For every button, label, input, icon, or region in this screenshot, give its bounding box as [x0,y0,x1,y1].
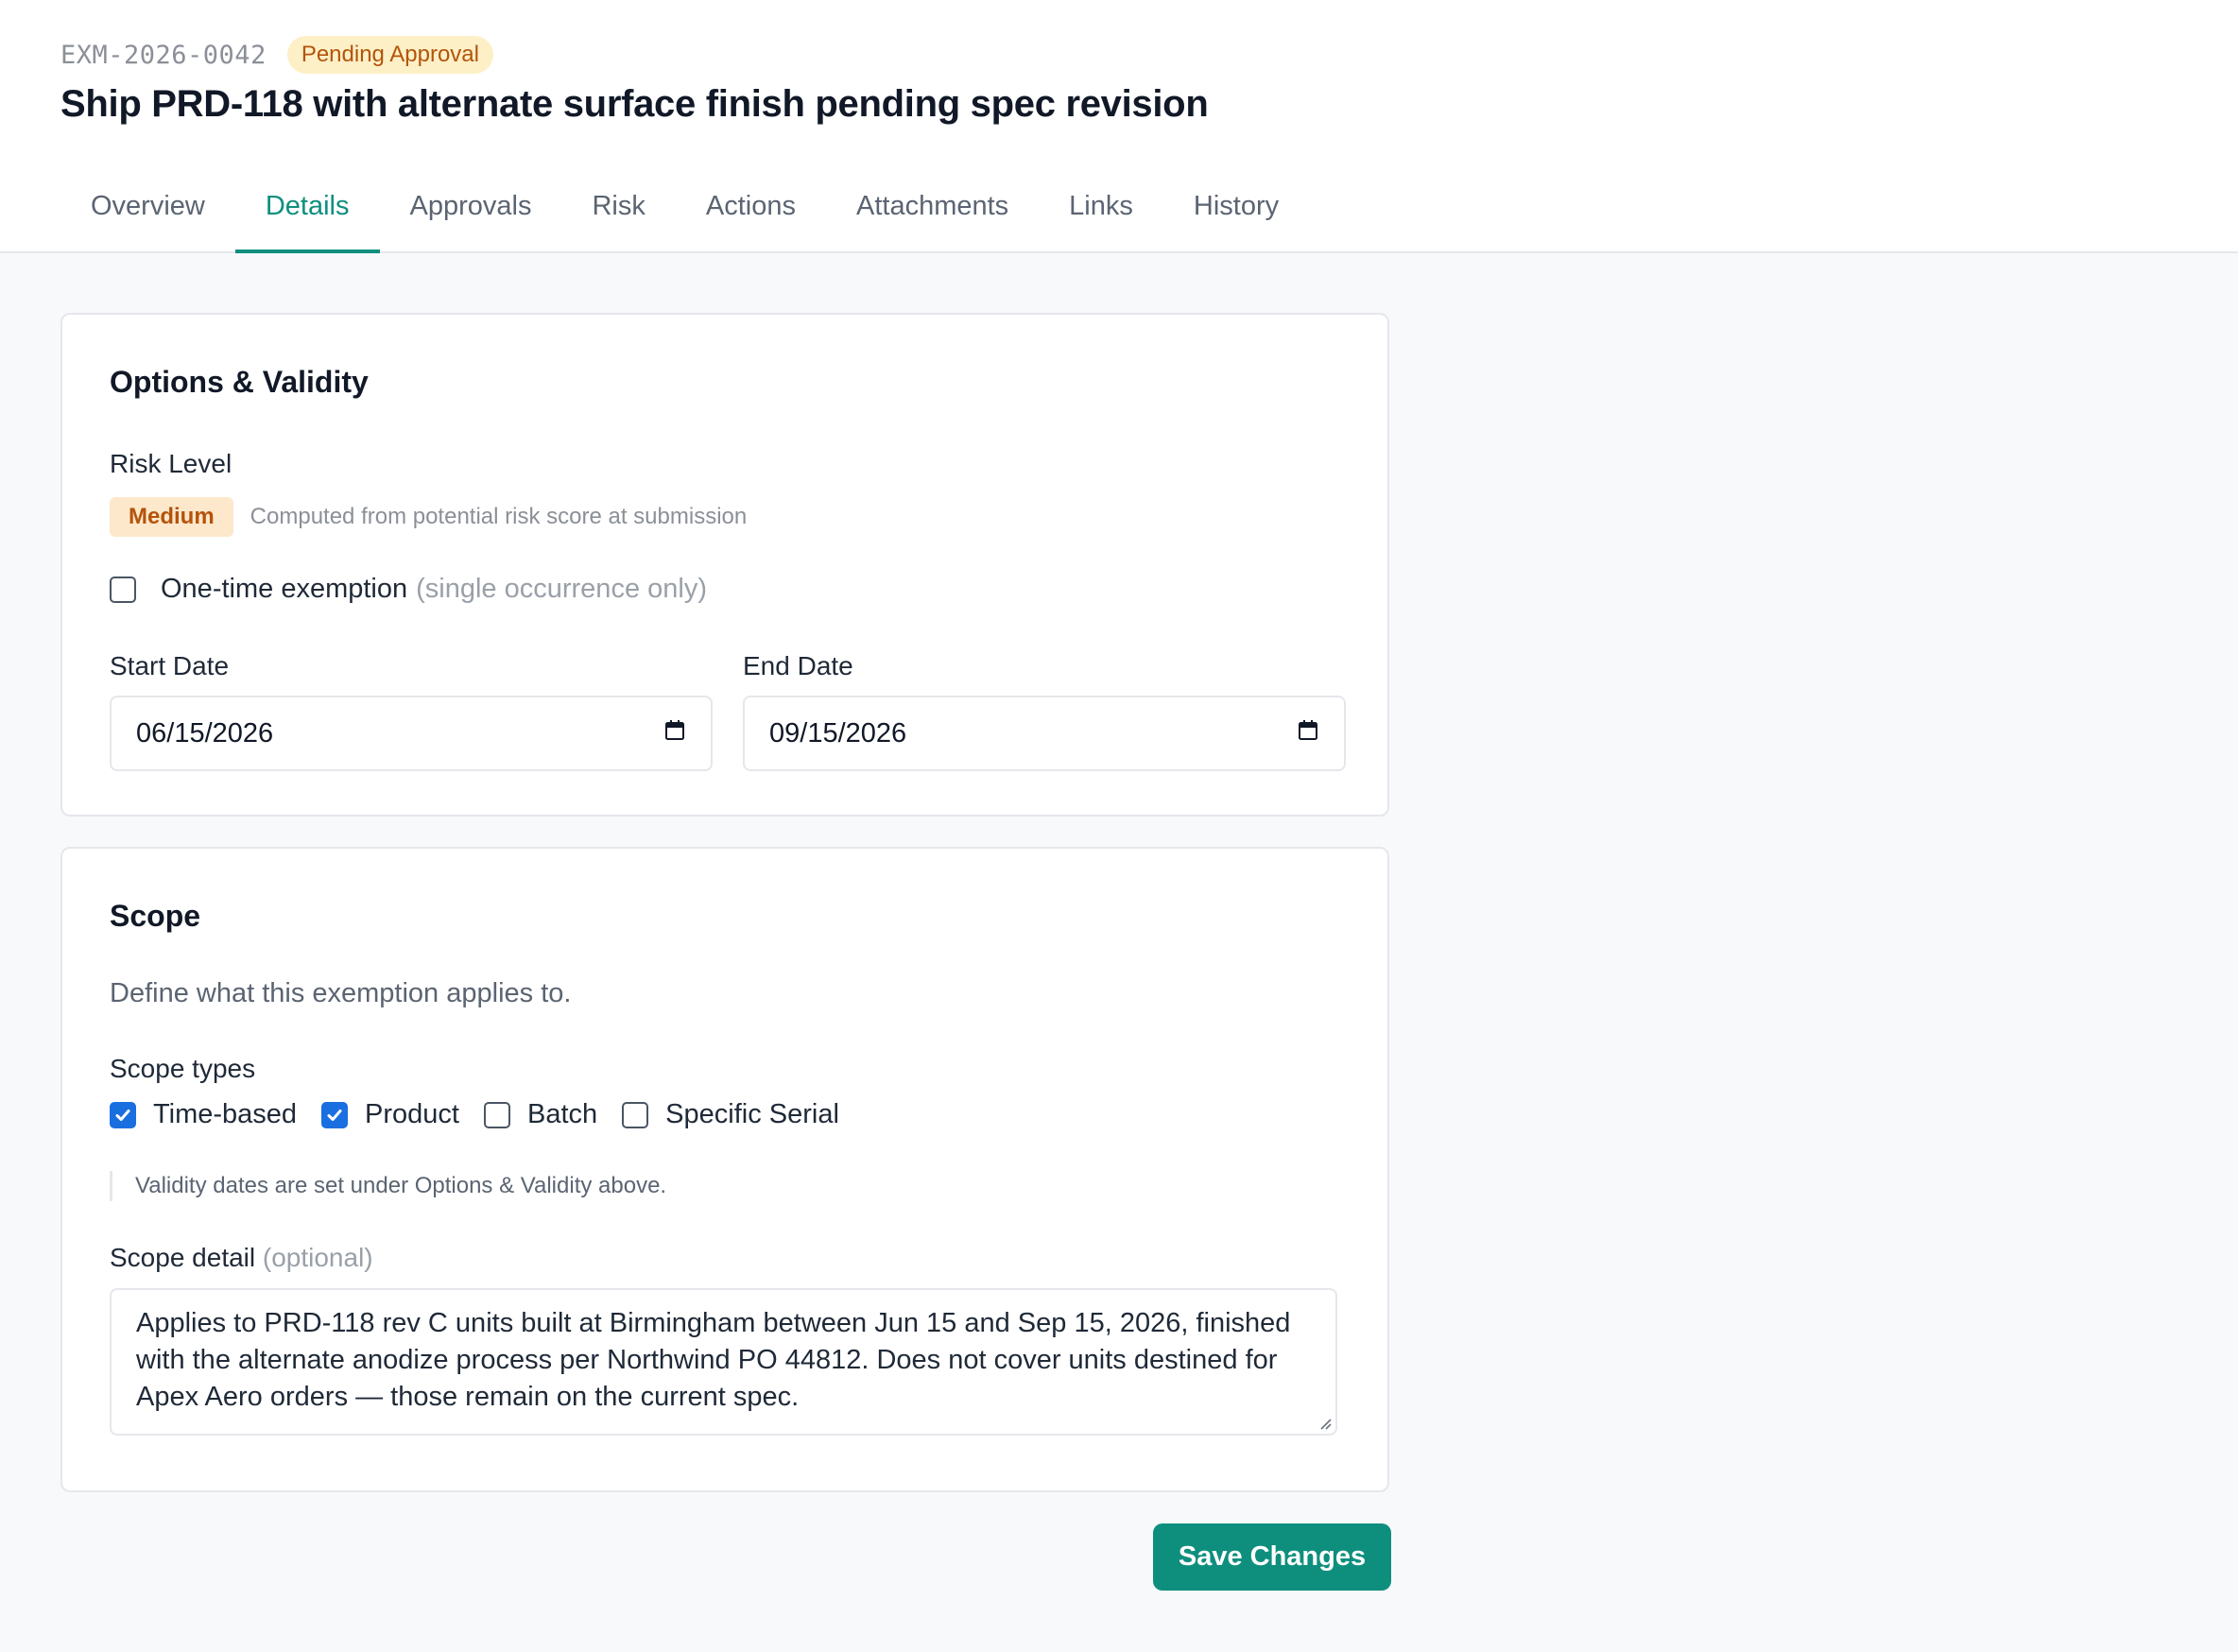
scope-types-label: Scope types [110,1054,256,1083]
scope-type-time-based-checkbox[interactable] [110,1101,136,1128]
scope-types-group: Time-based Product Batch Specific Serial [110,1099,864,1130]
risk-level-note: Computed from potential risk score at su… [250,504,748,529]
tab-risk[interactable]: Risk [561,191,675,253]
scope-detail-textarea[interactable]: Applies to PRD-118 rev C units built at … [110,1288,1337,1436]
tab-details[interactable]: Details [234,191,380,253]
validity-note: Validity dates are set under Options & V… [110,1171,666,1201]
scope-type-batch-label: Batch [527,1099,598,1129]
scope-type-product-label: Product [365,1099,459,1129]
tab-attachments[interactable]: Attachments [826,191,1039,253]
page-title: Ship PRD-118 with alternate surface fini… [60,83,1209,125]
tab-approvals[interactable]: Approvals [380,191,562,253]
one-time-exemption-option[interactable]: One-time exemption (single occurrence on… [110,574,707,605]
scope-detail-text: Applies to PRD-118 rev C units built at … [136,1308,1291,1412]
risk-level-label: Risk Level [110,449,232,478]
one-time-exemption-label: One-time exemption [161,574,408,604]
exemption-id: EXM-2026-0042 [60,40,267,70]
scope-description: Define what this exemption applies to. [110,978,572,1008]
options-validity-card: Options & Validity Risk Level Medium Com… [60,313,1389,817]
scope-card: Scope Define what this exemption applies… [60,847,1389,1492]
scope-type-product-checkbox[interactable] [321,1101,349,1128]
start-date-input[interactable]: 06/15/2026 [110,696,713,771]
tab-history[interactable]: History [1163,191,1309,253]
save-changes-button[interactable]: Save Changes [1153,1523,1391,1591]
tab-bar: Overview Details Approvals Risk Actions … [60,191,1309,253]
checkmark-icon [327,1109,342,1121]
tab-links[interactable]: Links [1039,191,1163,253]
scope-type-specific-serial-label: Specific Serial [665,1099,839,1129]
end-date-input[interactable]: 09/15/2026 [743,696,1346,771]
scope-card-title: Scope [110,899,201,933]
page-header: EXM-2026-0042 Pending Approval Ship PRD-… [0,0,2238,253]
calendar-icon[interactable] [663,718,686,749]
resize-handle-icon[interactable] [1317,1415,1332,1430]
calendar-icon[interactable] [1297,718,1319,749]
scope-type-specific-serial[interactable]: Specific Serial [622,1099,839,1130]
one-time-exemption-hint: (single occurrence only) [416,574,707,604]
id-row: EXM-2026-0042 Pending Approval [60,36,493,74]
risk-level-row: Medium Computed from potential risk scor… [110,497,747,537]
scope-type-time-based-label: Time-based [153,1099,298,1129]
start-date-value: 06/15/2026 [136,717,274,749]
scope-type-product[interactable]: Product [321,1099,459,1130]
options-card-title: Options & Validity [110,365,369,399]
status-badge: Pending Approval [286,36,493,74]
scope-type-specific-serial-checkbox[interactable] [622,1101,649,1128]
tab-overview[interactable]: Overview [60,191,235,253]
end-date-label: End Date [743,651,853,680]
scope-detail-label-row: Scope detail (optional) [110,1243,373,1273]
scope-type-time-based[interactable]: Time-based [110,1099,297,1130]
scope-detail-label: Scope detail [110,1243,256,1272]
checkmark-icon [115,1109,130,1121]
risk-level-badge: Medium [110,497,233,537]
scope-type-batch[interactable]: Batch [484,1099,597,1130]
scope-detail-optional: (optional) [262,1243,373,1272]
scope-type-batch-checkbox[interactable] [484,1101,510,1128]
start-date-label: Start Date [110,651,230,680]
end-date-value: 09/15/2026 [769,717,907,749]
one-time-exemption-checkbox[interactable] [110,576,136,603]
tab-actions[interactable]: Actions [676,191,826,253]
